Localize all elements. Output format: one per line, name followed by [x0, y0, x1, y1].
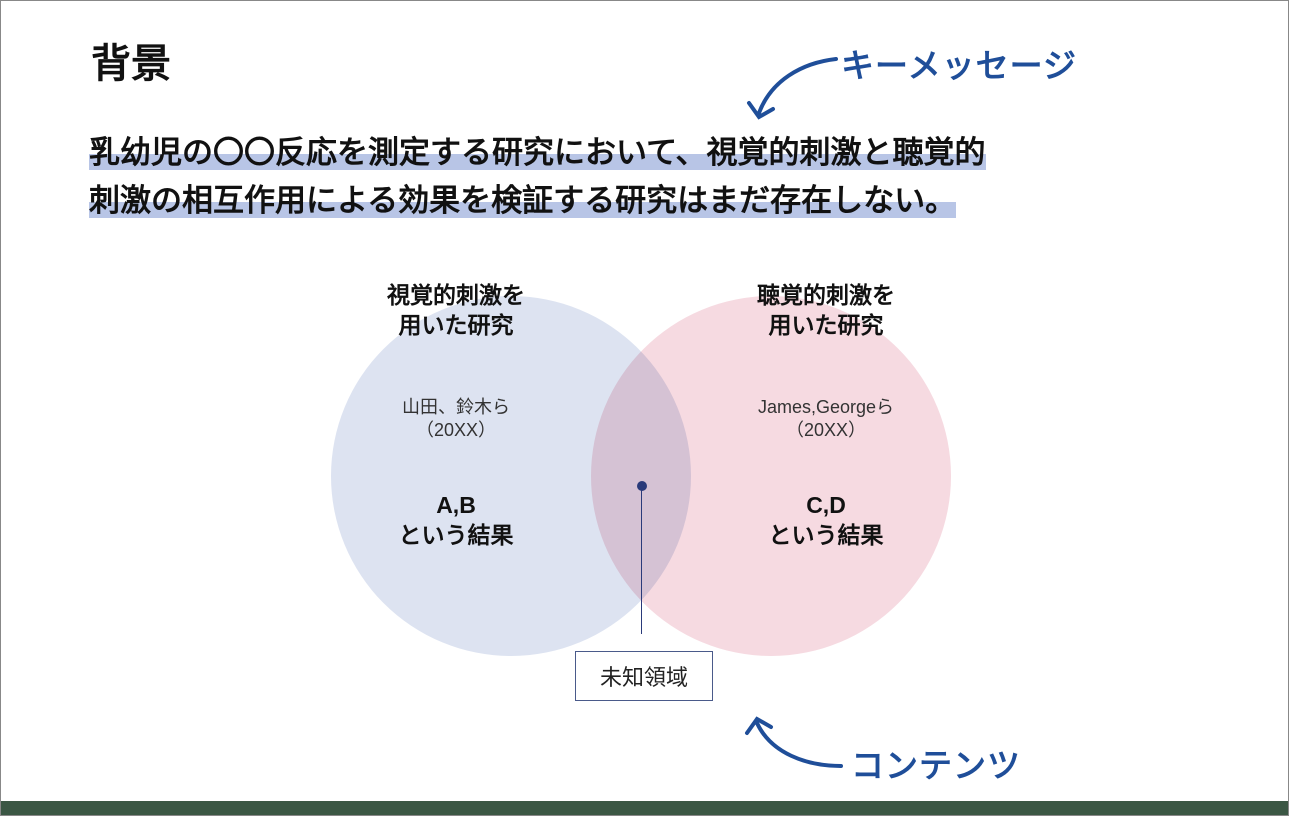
key-message-line2: 刺激の相互作用による効果を検証する研究はまだ存在しない。 [89, 183, 956, 218]
venn-left-title: 視覚的刺激を用いた研究 [331, 281, 581, 341]
venn-left-citation: 山田、鈴木ら（20XX） [346, 396, 566, 441]
slide-frame: 背景 キーメッセージ 乳幼児の〇〇反応を測定する研究において、視覚的刺激と聴覚的… [0, 0, 1289, 816]
venn-right-title: 聴覚的刺激を用いた研究 [701, 281, 951, 341]
arrow-top-icon [741, 51, 851, 131]
venn-circle-right [591, 296, 951, 656]
slide-title: 背景 [91, 31, 171, 89]
arrow-bottom-icon [741, 711, 851, 781]
footer-bar [1, 801, 1288, 815]
venn-right-citation: James,Georgeら（20XX） [716, 396, 936, 441]
venn-center-dot-icon [637, 481, 647, 491]
annotation-contents: コンテンツ [851, 739, 1021, 787]
key-message-line1: 乳幼児の〇〇反応を測定する研究において、視覚的刺激と聴覚的 [89, 135, 986, 170]
venn-center-line [641, 489, 642, 634]
annotation-key-message: キーメッセージ [841, 39, 1077, 87]
venn-left-result: A,Bという結果 [356, 491, 556, 551]
venn-right-result: C,Dという結果 [726, 491, 926, 551]
key-message-block: 乳幼児の〇〇反応を測定する研究において、視覚的刺激と聴覚的 刺激の相互作用による… [89, 129, 1200, 225]
venn-center-label: 未知領域 [575, 651, 713, 701]
venn-diagram: 視覚的刺激を用いた研究 聴覚的刺激を用いた研究 山田、鈴木ら（20XX） Jam… [291, 256, 1011, 686]
